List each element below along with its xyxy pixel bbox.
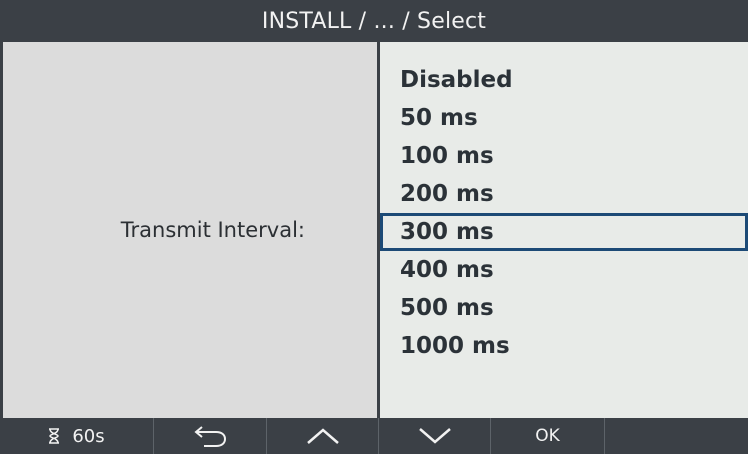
footer-bar: 60s OK [0,418,748,454]
timer-button[interactable]: 60s [0,418,154,454]
option-400ms[interactable]: 400 ms [380,251,748,289]
option-1000ms[interactable]: 1000 ms [380,327,748,365]
back-arrow-icon [192,425,228,447]
back-button[interactable] [154,418,267,454]
option-500ms[interactable]: 500 ms [380,289,748,327]
chevron-up-icon [306,427,340,445]
footer-blank-slot [605,418,748,454]
ok-button[interactable]: OK [491,418,605,454]
option-disabled[interactable]: Disabled [380,61,748,99]
ok-label: OK [535,426,560,446]
chevron-down-icon [418,427,452,445]
header-bar: INSTALL / ... / Select [0,0,748,42]
page-title: INSTALL / ... / Select [261,8,487,34]
option-100ms[interactable]: 100 ms [380,137,748,175]
option-list-panel: Disabled 50 ms 100 ms 200 ms 300 ms 400 … [380,42,748,418]
up-button[interactable] [267,418,379,454]
option-300ms-selected[interactable]: 300 ms [380,213,748,251]
down-button[interactable] [379,418,491,454]
field-label: Transmit Interval: [120,218,305,242]
screen: INSTALL / ... / Select Transmit Interval… [0,0,748,454]
hourglass-icon [48,428,60,444]
timer-label: 60s [72,425,105,447]
option-list: Disabled 50 ms 100 ms 200 ms 300 ms 400 … [380,61,748,365]
option-50ms[interactable]: 50 ms [380,99,748,137]
option-200ms[interactable]: 200 ms [380,175,748,213]
field-label-panel: Transmit Interval: [3,42,377,418]
